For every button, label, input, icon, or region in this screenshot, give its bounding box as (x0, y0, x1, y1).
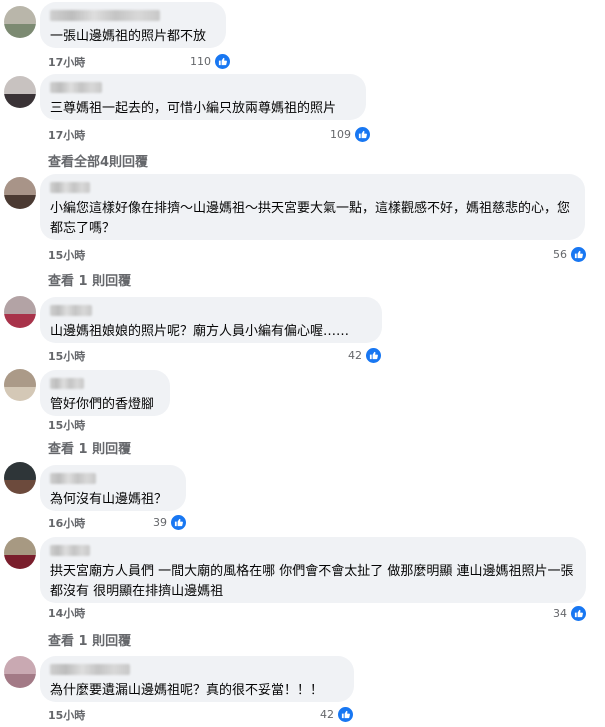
timestamp[interactable]: 17小時 (48, 54, 85, 70)
author-name[interactable] (50, 305, 92, 316)
timestamp[interactable]: 15小時 (48, 707, 85, 723)
comment-text: 拱天宮廟方人員們 一間大廟的風格在哪 你們會不會太扯了 做那麼明顯 連山邊媽祖照… (50, 564, 574, 599)
comment-bubble: 拱天宮廟方人員們 一間大廟的風格在哪 你們會不會太扯了 做那麼明顯 連山邊媽祖照… (40, 537, 586, 603)
like-count-value: 110 (190, 55, 211, 68)
comment-text: 小編您這樣好像在排擠～山邊媽祖～拱天宮要大氣一點，這樣觀感不好，媽祖慈悲的心，您… (50, 201, 571, 236)
like-count-value: 42 (348, 349, 362, 362)
avatar[interactable] (4, 369, 36, 401)
like-count-value: 42 (320, 708, 334, 721)
comment-text: 一張山邊媽祖的照片都不放 (50, 29, 207, 44)
timestamp[interactable]: 15小時 (48, 417, 85, 433)
thumbs-up-icon (354, 126, 371, 143)
author-name[interactable] (50, 82, 102, 93)
comment-bubble: 三尊媽祖一起去的，可惜小編只放兩尊媽祖的照片 (40, 74, 366, 120)
thumbs-up-icon (170, 514, 187, 531)
thumbs-up-icon (570, 605, 587, 622)
like-count[interactable]: 42 (348, 347, 382, 364)
thumbs-up-icon (337, 706, 354, 723)
comment-bubble: 為何沒有山邊媽祖？ (40, 465, 186, 511)
thumbs-up-icon (365, 347, 382, 364)
avatar[interactable] (4, 296, 36, 328)
comment-bubble: 山邊媽祖娘娘的照片呢？廟方人員小編有偏心喔…… (40, 297, 382, 343)
view-replies-link[interactable]: 查看 1 則回覆 (48, 270, 131, 289)
avatar[interactable] (4, 656, 36, 688)
like-count[interactable]: 109 (330, 126, 371, 143)
avatar[interactable] (4, 462, 36, 494)
author-name[interactable] (50, 664, 130, 675)
like-count-value: 39 (153, 516, 167, 529)
timestamp[interactable]: 14小時 (48, 605, 85, 621)
author-name[interactable] (50, 182, 90, 193)
like-count[interactable]: 42 (320, 706, 354, 723)
timestamp[interactable]: 15小時 (48, 348, 85, 364)
like-count-value: 56 (553, 248, 567, 261)
comment-bubble: 管好你們的香燈腳 (40, 370, 170, 416)
thumbs-up-icon (214, 53, 231, 70)
avatar[interactable] (4, 537, 36, 569)
comment-text: 為什麼要遺漏山邊媽祖呢？真的很不妥當！！！ (50, 683, 324, 698)
comment-text: 為何沒有山邊媽祖？ (50, 492, 168, 507)
comment-text: 管好你們的香燈腳 (50, 397, 155, 412)
avatar[interactable] (4, 76, 36, 108)
view-replies-link[interactable]: 查看 1 則回覆 (48, 630, 131, 649)
author-name[interactable] (50, 473, 96, 484)
avatar[interactable] (4, 6, 36, 38)
view-replies-link[interactable]: 查看 1 則回覆 (48, 438, 131, 457)
avatar[interactable] (4, 177, 36, 209)
author-name[interactable] (50, 378, 84, 389)
comment-bubble: 一張山邊媽祖的照片都不放 (40, 2, 226, 48)
timestamp[interactable]: 16小時 (48, 515, 85, 531)
author-name[interactable] (50, 10, 160, 21)
author-name[interactable] (50, 545, 90, 556)
comment-bubble: 為什麼要遺漏山邊媽祖呢？真的很不妥當！！！ (40, 656, 354, 702)
like-count-value: 34 (553, 607, 567, 620)
comment-text: 山邊媽祖娘娘的照片呢？廟方人員小編有偏心喔…… (50, 324, 350, 339)
like-count[interactable]: 34 (553, 605, 587, 622)
like-count[interactable]: 110 (190, 53, 231, 70)
like-count-value: 109 (330, 128, 351, 141)
like-count[interactable]: 56 (553, 246, 587, 263)
view-replies-link[interactable]: 查看全部4則回覆 (48, 151, 148, 170)
timestamp[interactable]: 17小時 (48, 127, 85, 143)
thumbs-up-icon (570, 246, 587, 263)
timestamp[interactable]: 15小時 (48, 247, 85, 263)
like-count[interactable]: 39 (153, 514, 187, 531)
comment-bubble: 小編您這樣好像在排擠～山邊媽祖～拱天宮要大氣一點，這樣觀感不好，媽祖慈悲的心，您… (40, 174, 585, 240)
comment-text: 三尊媽祖一起去的，可惜小編只放兩尊媽祖的照片 (50, 101, 337, 116)
